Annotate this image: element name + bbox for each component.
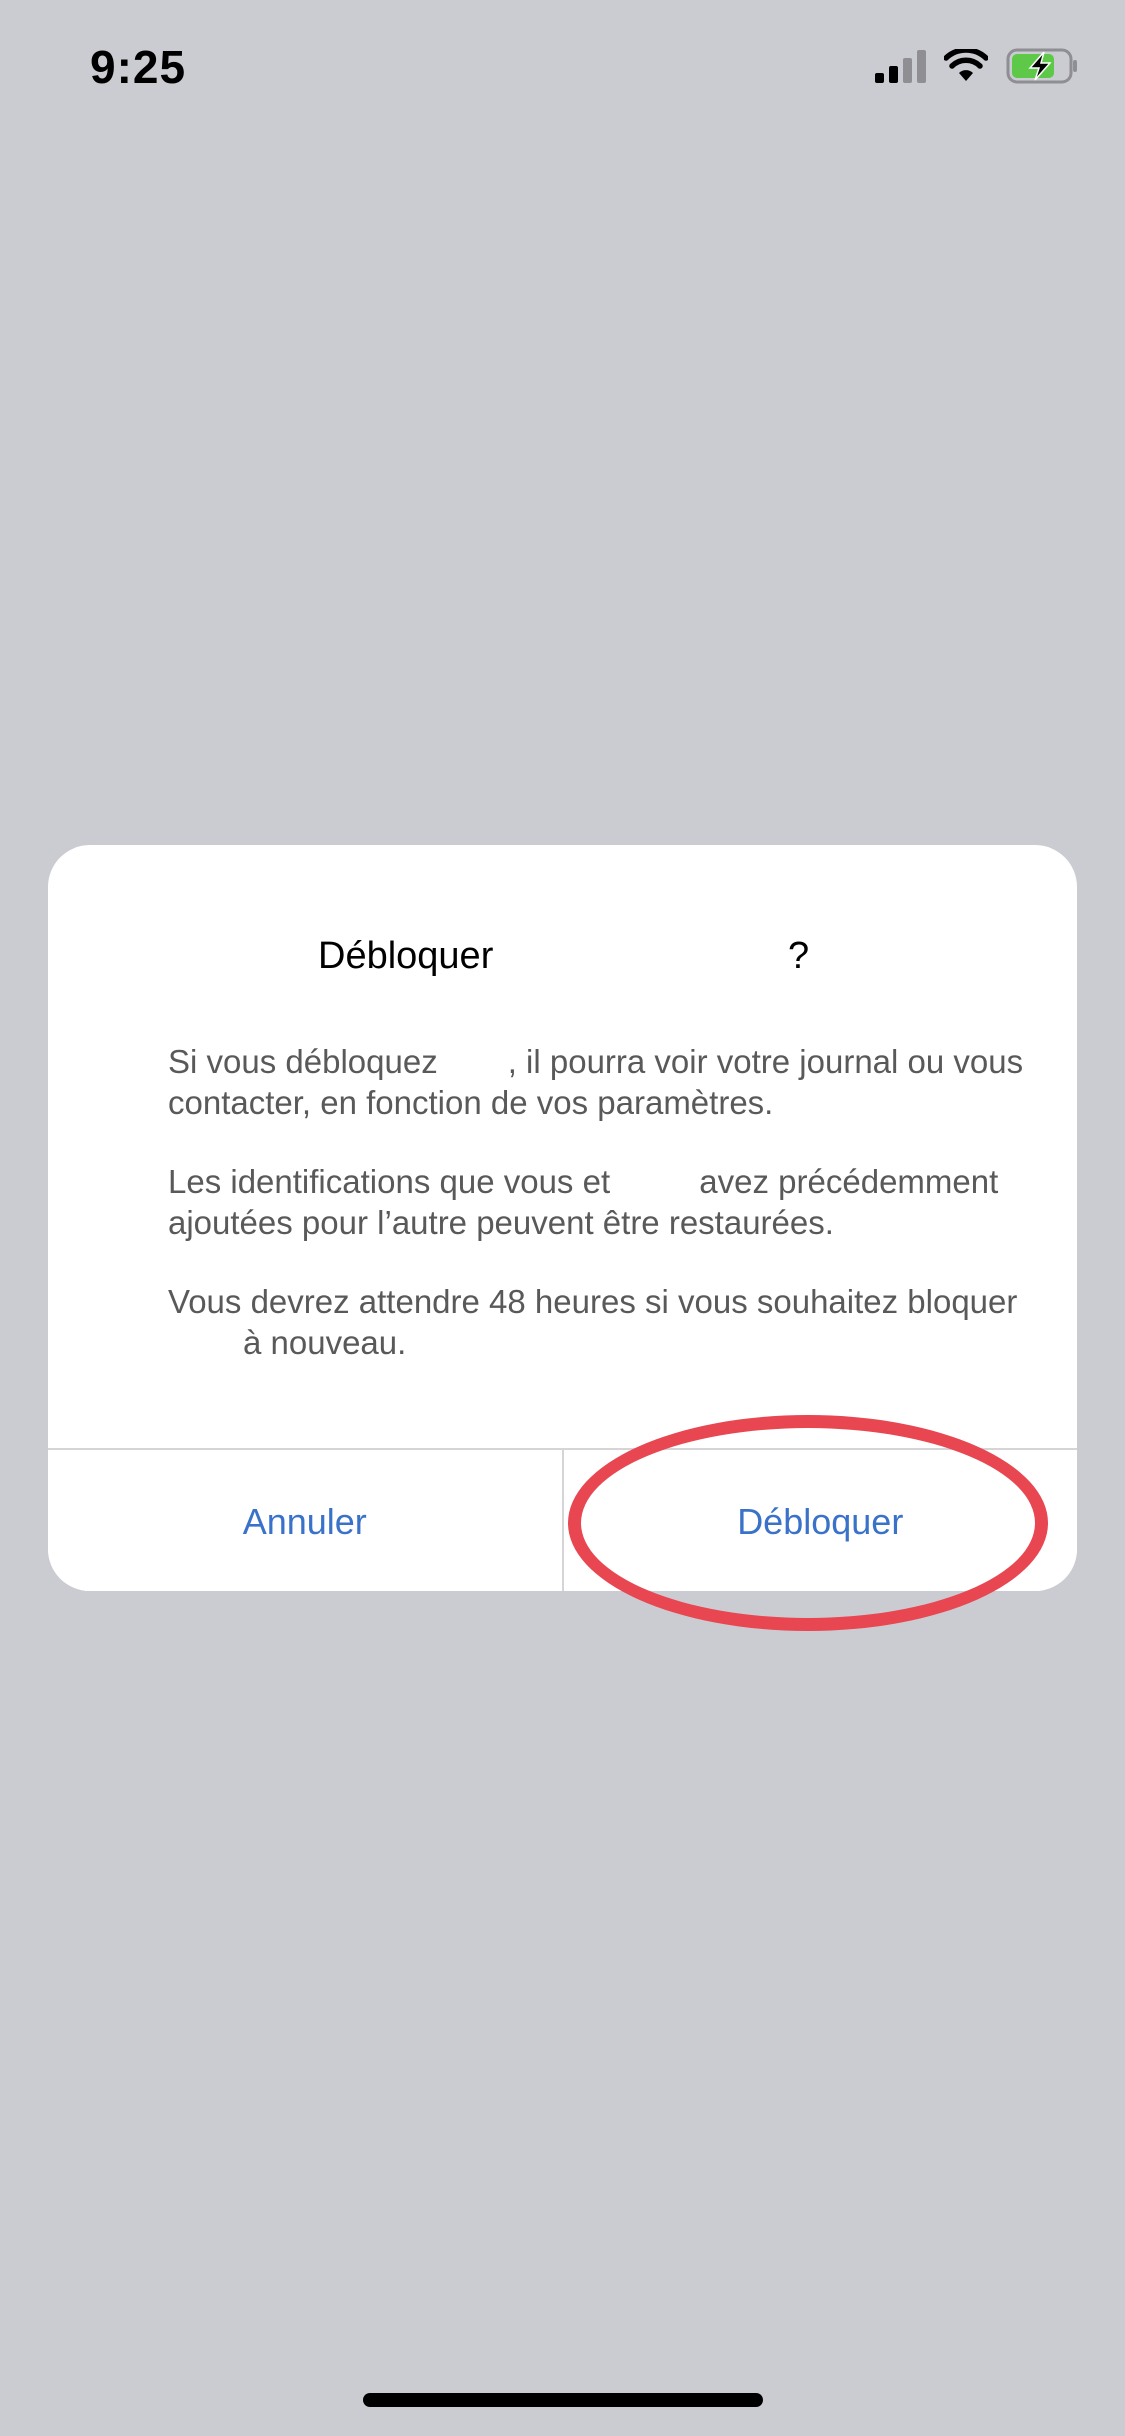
dialog-paragraph: Les identifications que vous et avez pré… [168,1163,999,1241]
dialog-paragraph: Vous devrez attendre 48 heures si vous s… [168,1283,1018,1361]
cancel-button[interactable]: Annuler [48,1450,564,1591]
dialog-title-question-mark: ? [788,935,810,977]
unblock-dialog: Débloquer ? Si vous débloquez, il pourra… [48,845,1077,1591]
dialog-paragraph: Si vous débloquez, il pourra voir votre … [168,1043,1024,1121]
dialog-message: Si vous débloquez, il pourra voir votre … [168,1041,1028,1401]
dialog-actions: Annuler Débloquer [48,1448,1077,1591]
battery-charging-icon [1006,48,1077,84]
unblock-button[interactable]: Débloquer [563,1450,1077,1591]
status-time: 9:25 [90,41,187,93]
dialog-title-word: Débloquer [318,935,494,977]
status-icons [875,48,1080,84]
cellular-signal-icon [875,49,926,83]
wifi-icon [944,49,988,81]
dialog-title: Débloquer ? [48,935,1077,995]
status-bar: 9:25 [0,0,1125,140]
home-indicator[interactable] [363,2393,763,2407]
